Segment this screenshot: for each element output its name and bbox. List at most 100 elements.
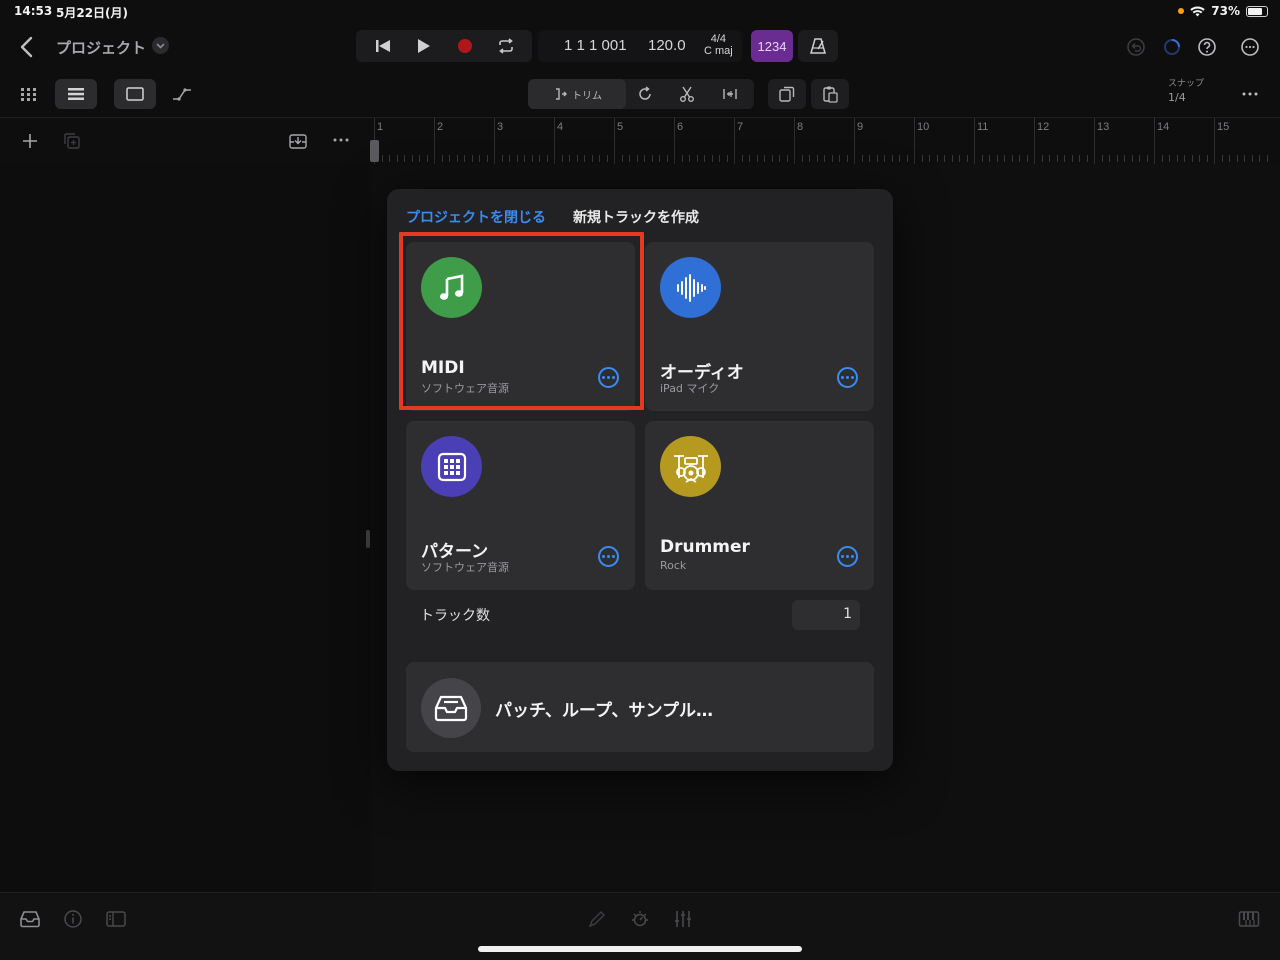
info-icon[interactable]	[62, 909, 84, 929]
ruler-tick	[1176, 155, 1178, 162]
ruler-tick	[929, 155, 930, 162]
track-type-card-midi[interactable]: MIDI ソフトウェア音源	[406, 242, 635, 411]
panel-divider-handle[interactable]	[366, 530, 370, 548]
plugins-panel-icon[interactable]	[105, 909, 127, 929]
ruler-tick	[381, 155, 383, 162]
ruler-tick	[1026, 155, 1028, 162]
audio-icon-circle	[660, 257, 721, 318]
track-type-card-audio[interactable]: オーディオ iPad マイク	[645, 242, 874, 411]
copy-icon	[779, 86, 795, 102]
automation-button[interactable]	[162, 79, 202, 109]
bar-line	[914, 118, 915, 164]
bar-number: 8	[797, 121, 804, 133]
dialog-title: 新規トラックを作成	[573, 210, 699, 226]
ruler-tick	[1131, 155, 1133, 162]
smart-controls-icon[interactable]	[629, 909, 651, 929]
ruler-tick	[591, 155, 593, 162]
join-tool-button[interactable]	[721, 85, 739, 107]
loop-tool-button[interactable]	[636, 85, 654, 107]
bar-line	[974, 118, 975, 164]
play-button[interactable]	[410, 32, 438, 60]
ruler-tick	[711, 155, 713, 162]
duplicate-track-icon[interactable]	[62, 131, 82, 151]
scissors-icon	[680, 86, 694, 102]
ruler-tick	[486, 155, 488, 162]
record-button[interactable]	[451, 32, 479, 60]
bar-line	[1094, 118, 1095, 164]
card-more-button[interactable]	[598, 546, 619, 567]
pencil-icon[interactable]	[586, 909, 608, 929]
toolbar-more-icon[interactable]	[1240, 87, 1260, 101]
project-menu-chevron-icon[interactable]	[152, 37, 169, 54]
card-more-button[interactable]	[837, 546, 858, 567]
activity-icon[interactable]	[1162, 37, 1182, 57]
count-in-button[interactable]: 1234	[751, 30, 793, 62]
lcd-display[interactable]: 1 1 1 001 120.0 4/4 C maj	[538, 30, 742, 62]
close-project-link[interactable]: プロジェクトを閉じる	[406, 207, 546, 227]
ruler-tick	[1116, 155, 1118, 162]
snap-control[interactable]: スナップ 1/4	[1168, 78, 1204, 106]
cycle-button[interactable]	[492, 32, 520, 60]
ruler-tick	[749, 155, 750, 162]
ruler-tick	[636, 155, 638, 162]
copy-button[interactable]	[768, 79, 806, 109]
card-more-button[interactable]	[837, 367, 858, 388]
ruler-tick	[1011, 155, 1013, 162]
browse-patches-button[interactable]: パッチ、ループ、サンプル…	[406, 662, 874, 752]
ruler-tick	[629, 155, 630, 162]
browser-tray-icon[interactable]	[19, 909, 41, 929]
new-track-dialog: プロジェクトを閉じる 新規トラックを作成 MIDI ソフトウェア音源 オーディオ…	[387, 189, 893, 771]
track-type-card-pattern[interactable]: パターン ソフトウェア音源	[406, 421, 635, 590]
add-track-icon[interactable]	[20, 131, 40, 151]
bar-line	[794, 118, 795, 164]
back-chevron-icon[interactable]	[16, 34, 38, 60]
bar-line	[434, 118, 435, 164]
ruler-tick	[561, 155, 563, 162]
tracks-view-button[interactable]	[55, 79, 97, 109]
help-icon[interactable]	[1197, 37, 1217, 57]
undo-icon[interactable]	[1126, 37, 1146, 57]
view-toolbar: トリム スナップ 1/4	[0, 70, 1280, 118]
region-view-button[interactable]	[114, 79, 156, 109]
import-icon[interactable]	[288, 131, 308, 151]
ruler-tick	[479, 155, 480, 162]
project-title[interactable]: プロジェクト	[56, 37, 146, 58]
ruler-tick	[659, 155, 660, 162]
more-options-icon[interactable]	[1240, 37, 1260, 57]
split-tool-button[interactable]	[678, 85, 696, 107]
bar-number: 13	[1097, 121, 1110, 133]
timeline-ruler[interactable]: 1 2 3 4 5 6 7 8 9 10 11 12 13 14 15	[372, 118, 1280, 164]
ruler-tick	[1146, 155, 1148, 162]
bar-number: 7	[737, 121, 744, 133]
ruler-tick	[839, 155, 840, 162]
track-count-field[interactable]: 1	[792, 600, 860, 630]
go-to-start-button[interactable]	[369, 32, 397, 60]
ruler-tick	[426, 155, 428, 162]
home-indicator[interactable]	[478, 946, 802, 952]
grid-dots-icon	[21, 88, 36, 101]
metronome-button[interactable]	[798, 30, 838, 62]
card-subtitle: Rock	[660, 559, 687, 572]
browse-icon-circle	[421, 678, 481, 738]
track-type-card-drummer[interactable]: Drummer Rock	[645, 421, 874, 590]
snap-label: スナップ	[1168, 79, 1205, 89]
ruler-tick	[1251, 155, 1253, 162]
mixer-icon[interactable]	[672, 909, 694, 929]
ruler-tick	[726, 155, 728, 162]
bar-line	[1034, 118, 1035, 164]
card-more-button[interactable]	[598, 367, 619, 388]
ruler-tick	[621, 155, 623, 162]
paste-button[interactable]	[811, 79, 849, 109]
ruler-tick	[816, 155, 818, 162]
playhead-handle[interactable]	[370, 140, 379, 162]
trim-tool-button[interactable]: トリム	[528, 79, 626, 109]
ruler-tick	[1079, 155, 1080, 162]
ruler-tick	[959, 155, 960, 162]
track-more-icon[interactable]	[332, 133, 350, 147]
keyboard-icon[interactable]	[1238, 909, 1260, 929]
ruler-tick	[786, 155, 788, 162]
bar-line	[1214, 118, 1215, 164]
grid-view-button[interactable]	[8, 79, 50, 109]
control-bar: プロジェクト 1 1 1 001 120.0 4/4 C maj 1234	[0, 24, 1280, 70]
ruler-tick	[1206, 155, 1208, 162]
